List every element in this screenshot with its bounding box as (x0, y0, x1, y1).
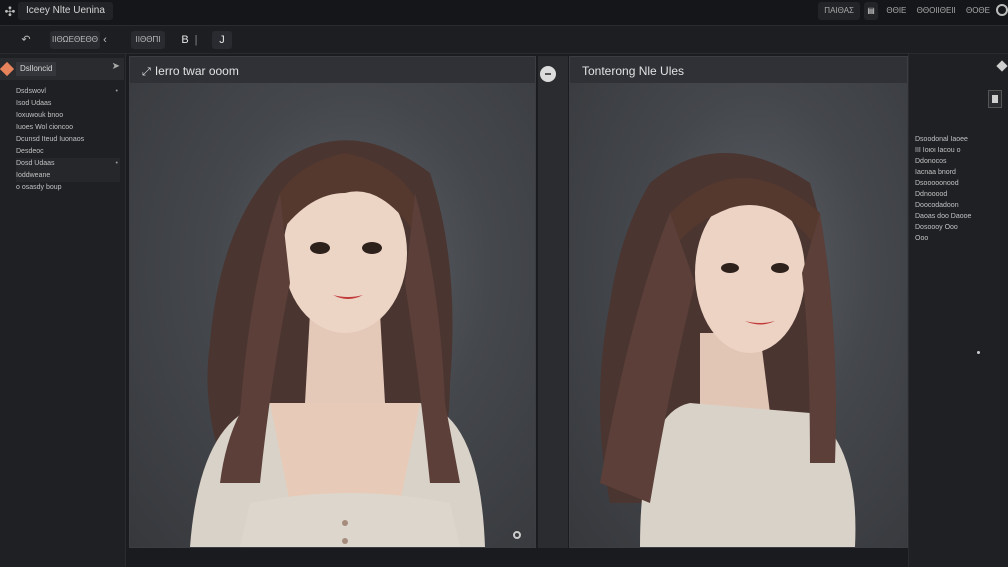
undo-icon[interactable]: ↶ (16, 31, 36, 49)
sidebar-item[interactable]: Ioddweane (16, 170, 120, 182)
panel-dot-icon[interactable] (513, 531, 521, 539)
sidebar-item-label: Desdeoc (16, 148, 44, 155)
toolbar-divider: | (194, 34, 198, 46)
sidebar-item[interactable]: Dsdswovl • (16, 86, 120, 98)
portrait-illustration (190, 140, 485, 547)
right-sidebar-item[interactable]: Iacnaa bnord (915, 167, 1005, 178)
sidebar-item-label: Isod Udaas (16, 100, 52, 107)
right-preview-panel: Tonterong Nle Ules (569, 56, 908, 548)
right-sidebar-item[interactable]: Doocodadoon (915, 200, 1005, 211)
right-sidebar-item[interactable]: Daoas doo Daooe (915, 211, 1005, 222)
sidebar-item-label: Ioddweane (16, 172, 51, 179)
dot-icon: • (115, 160, 118, 167)
left-preview-image[interactable] (130, 83, 535, 547)
sidebar-list: Dsdswovl • Isod Udaas Ioxuwouk bnoo Iuoes… (16, 86, 120, 194)
right-sidebar-item[interactable]: Ooo (915, 233, 1005, 244)
portrait-illustration (600, 153, 856, 547)
bottom-bar (126, 548, 908, 567)
right-panel-title: Tonterong Nle Ules (582, 64, 685, 78)
right-sidebar-item[interactable]: Ddonocos (915, 156, 1005, 167)
small-toolbar-button[interactable]: ΙΙΘΘΠΙ (131, 31, 165, 49)
sidebar-item-label: o osasdy boup (16, 184, 62, 191)
sidebar-item-label: Dcunsd Iteud Iuonaos (16, 136, 85, 143)
expand-icon[interactable]: ⤢ (142, 66, 151, 78)
sidebar-item[interactable]: Isod Udaas (16, 98, 120, 110)
sidebar-item[interactable]: Desdeoc (16, 146, 120, 158)
left-panel-title-text: Ierro twar ooom (154, 64, 239, 78)
header-link-2[interactable]: ΘΘΟΙΙΘΕΙΙ (917, 6, 956, 15)
header-action-button[interactable]: ΠΑΙΘΑΣ (818, 2, 860, 20)
right-sidebar-item[interactable]: Ddnooood (915, 189, 1005, 200)
diamond-icon (0, 61, 15, 77)
sidebar-item[interactable]: o osasdy boup (16, 182, 120, 194)
sidebar-item[interactable]: Iuoes Wol cioncoo (16, 122, 120, 134)
scroll-indicator[interactable] (977, 351, 980, 354)
left-preview-panel: ⤢ Ierro twar ooom (129, 56, 536, 548)
bold-button[interactable]: Β (178, 31, 192, 49)
right-sidebar-list: Dsoodonal Iaoee ΙΙΙ Ιοιοι Iacou o Ddonoc… (915, 134, 1005, 244)
left-panel-title: ⤢ Ierro twar ooom (142, 63, 239, 80)
dot-icon: • (115, 88, 118, 95)
header-link-1[interactable]: ΘΘΙΕ (886, 6, 906, 15)
cursor-icon[interactable]: ➤ (112, 61, 120, 72)
sidebar-header-label: Dslloncid (16, 62, 57, 76)
sidebar-item-label: Iuoes Wol cioncoo (16, 124, 74, 131)
preset-dropdown[interactable]: ΙΙΘΩΕΘΕΘΘ (50, 31, 100, 49)
right-preview-image[interactable] (570, 83, 907, 547)
sidebar-item-label: Dsdswovl (16, 88, 46, 95)
left-sidebar: Dslloncid ➤ Dsdswovl • Isod Udaas Ioxuwou… (0, 54, 126, 567)
page-icon[interactable] (988, 90, 1002, 108)
sidebar-item[interactable]: Ioxuwouk bnoo (16, 110, 120, 122)
right-sidebar: Dsoodonal Iaoee ΙΙΙ Ιοιοι Iacou o Ddonoc… (908, 54, 1008, 567)
diamond-icon[interactable] (996, 60, 1008, 72)
right-sidebar-item[interactable]: ΙΙΙ Ιοιοι Iacou o (915, 145, 1005, 156)
sidebar-item-label: Ioxuwouk bnoo (16, 112, 64, 119)
panel-divider[interactable] (538, 56, 568, 548)
j-button[interactable]: J (212, 31, 232, 49)
sidebar-item-label: Dosd Udaas (16, 160, 55, 167)
app-title: Iceey Nlte Uenina (18, 2, 113, 20)
header-links: ΘΘΙΕ ΘΘΟΙΙΘΕΙΙ ΘΟΘΕ (878, 3, 990, 19)
sidebar-header[interactable]: Dslloncid ➤ (0, 58, 124, 80)
move-icon[interactable]: ✣ (2, 4, 18, 20)
right-sidebar-item[interactable]: Dsooooonood (915, 178, 1005, 189)
header-link-3[interactable]: ΘΟΘΕ (966, 6, 990, 15)
back-button[interactable]: ‹ (98, 31, 112, 49)
title-bar: ✣ Iceey Nlte Uenina ΠΑΙΘΑΣ ▤ ΘΘΙΕ ΘΘΟΙΙΘ… (0, 0, 1008, 26)
toggle-icon[interactable] (540, 66, 556, 82)
sidebar-item[interactable]: Dosd Udaas • (16, 158, 120, 170)
account-icon[interactable] (996, 4, 1008, 16)
right-sidebar-item[interactable]: Dsoodonal Iaoee (915, 134, 1005, 145)
doc-icon[interactable]: ▤ (864, 2, 878, 20)
right-sidebar-item[interactable]: Dosoooy Ooo (915, 222, 1005, 233)
toolbar: ↶ ΙΙΘΩΕΘΕΘΘ ‹ ΙΙΘΘΠΙ Β | J (0, 26, 1008, 54)
sidebar-item[interactable]: Dcunsd Iteud Iuonaos (16, 134, 120, 146)
